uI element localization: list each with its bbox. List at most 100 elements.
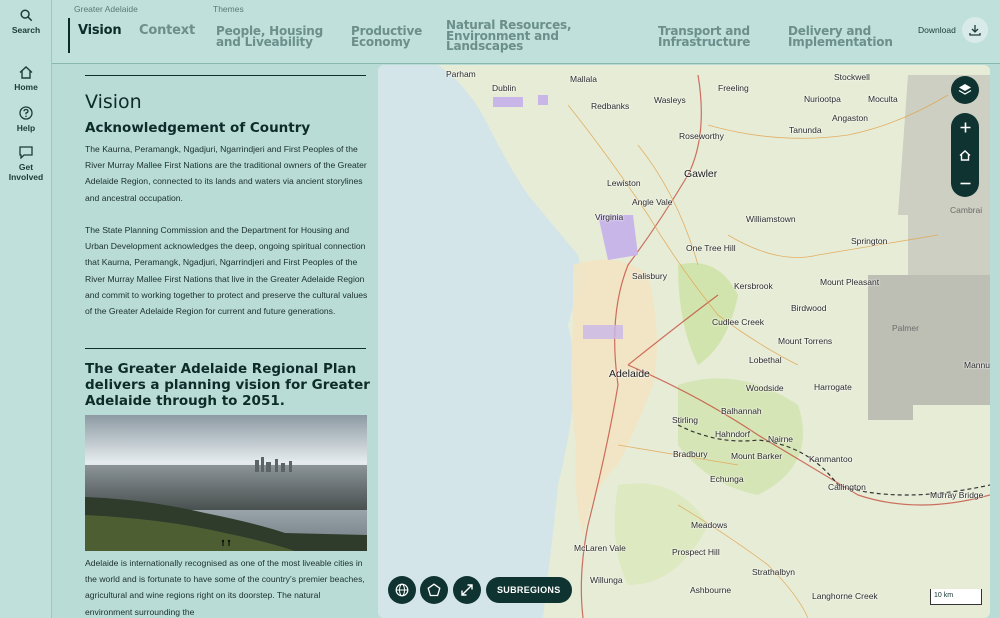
- draw-polygon-button[interactable]: [420, 576, 448, 604]
- tab-delivery-implementation[interactable]: Delivery and Implementation: [788, 25, 893, 49]
- section-rule: [85, 348, 366, 349]
- tab-transport-line2: Infrastructure: [658, 34, 751, 49]
- rail-get-involved-label-2: Involved: [8, 172, 44, 182]
- place-label: Mannum: [964, 360, 990, 370]
- place-label: Langhorne Creek: [812, 591, 878, 601]
- ack-heading: Acknowledgement of Country: [85, 120, 311, 136]
- rail-search[interactable]: Search: [0, 9, 52, 35]
- content-pane: Vision Acknowledgement of Country The Ka…: [53, 65, 378, 618]
- place-label: Hahndorf: [715, 429, 750, 439]
- breadcrumb[interactable]: Greater Adelaide: [74, 4, 138, 14]
- place-label: One Tree Hill: [686, 243, 736, 253]
- place-label: Lewiston: [607, 178, 641, 188]
- place-label: Strathalbyn: [752, 567, 795, 577]
- download-label[interactable]: Download: [918, 25, 956, 35]
- map-basemap: [378, 65, 990, 618]
- adelaide-city-photo: [85, 415, 367, 551]
- tab-natural-line3: Landscapes: [446, 39, 524, 53]
- pentagon-icon: [427, 583, 441, 597]
- place-label: Gawler: [684, 168, 718, 180]
- chat-icon: [19, 146, 33, 159]
- place-label: Cudlee Creek: [712, 317, 764, 327]
- place-label: Nairne: [768, 434, 794, 444]
- page-title: Vision: [85, 91, 142, 113]
- fullscreen-button[interactable]: [453, 576, 481, 604]
- tab-people-line2: and Liveability: [216, 34, 313, 49]
- place-label: Angaston: [832, 113, 868, 123]
- place-label: Woodside: [746, 383, 784, 393]
- place-label: Mount Barker: [731, 451, 783, 461]
- zoom-out-button[interactable]: [951, 169, 979, 197]
- regional-map[interactable]: Parham Dublin Mallala Stockwell Redbanks…: [378, 65, 990, 618]
- place-label: Dublin: [492, 83, 517, 93]
- home-extent-button[interactable]: [951, 141, 979, 169]
- place-label: Kersbrook: [734, 281, 773, 291]
- download-icon: [969, 25, 981, 36]
- place-label: Mount Torrens: [778, 336, 833, 346]
- place-label: Freeling: [718, 83, 749, 93]
- layers-button[interactable]: [951, 76, 979, 104]
- place-label: Adelaide: [609, 368, 650, 380]
- place-label: Mallala: [570, 74, 597, 84]
- place-label: Murray Bridge: [930, 490, 984, 500]
- download-button[interactable]: [962, 17, 988, 43]
- place-label: McLaren Vale: [574, 543, 626, 553]
- place-label: Kanmantoo: [809, 454, 853, 464]
- place-label: Williamstown: [746, 214, 796, 224]
- place-label: Prospect Hill: [672, 547, 720, 557]
- home-icon: [959, 149, 971, 161]
- plan-paragraph-1: Adelaide is internationally recognised a…: [85, 558, 365, 617]
- tab-natural-resources[interactable]: Natural Resources, Environment and Lands…: [446, 19, 572, 53]
- place-label: Moculta: [868, 94, 898, 104]
- home-icon: [19, 66, 33, 79]
- rail-home-label: Home: [14, 82, 38, 92]
- place-label: Salisbury: [632, 271, 667, 281]
- place-label: Tanunda: [789, 125, 822, 135]
- globe-icon: [395, 583, 409, 597]
- subregions-button[interactable]: SUBREGIONS: [486, 577, 572, 603]
- place-label: Palmer: [892, 323, 919, 333]
- place-label: Willunga: [590, 575, 623, 585]
- tab-productive-line2: Economy: [351, 34, 411, 49]
- place-label: Callington: [828, 482, 866, 492]
- place-label: Mount Pleasant: [820, 277, 880, 287]
- place-label: Springton: [851, 236, 888, 246]
- rail-home[interactable]: Home: [0, 66, 52, 92]
- rail-help-label: Help: [16, 123, 36, 133]
- tab-vision[interactable]: Vision: [78, 24, 122, 36]
- place-label: Angle Vale: [632, 197, 673, 207]
- rail-search-label: Search: [11, 25, 41, 35]
- ack-paragraph-2: The State Planning Commission and the De…: [85, 225, 368, 317]
- zoom-controls: [951, 113, 979, 197]
- zoom-in-button[interactable]: [951, 113, 979, 141]
- rail-help[interactable]: Help: [0, 106, 52, 133]
- minus-icon: [960, 182, 970, 184]
- place-label: Balhannah: [721, 406, 762, 416]
- tab-transport-infrastructure[interactable]: Transport and Infrastructure: [658, 25, 751, 49]
- ack-paragraph-1: The Kaurna, Peramangk, Ngadjuri, Ngarrin…: [85, 144, 367, 203]
- layers-icon: [958, 84, 972, 95]
- rail-get-involved[interactable]: Get Involved: [0, 146, 52, 182]
- place-label: Harrogate: [814, 382, 852, 392]
- tab-people-housing-liveability[interactable]: People, Housing and Liveability: [216, 25, 323, 49]
- place-label: Nuriootpa: [804, 94, 841, 104]
- map-scale-bar: 10 km: [930, 589, 982, 605]
- expand-icon: [461, 584, 473, 596]
- tab-delivery-line2: Implementation: [788, 34, 893, 49]
- place-label: Roseworthy: [679, 131, 724, 141]
- place-label: Stirling: [672, 415, 698, 425]
- place-label: Redbanks: [591, 101, 630, 111]
- globe-button[interactable]: [388, 576, 416, 604]
- themes-label: Themes: [213, 4, 244, 14]
- place-label: Echunga: [710, 474, 744, 484]
- tab-context[interactable]: Context: [139, 24, 195, 36]
- place-label: Ashbourne: [690, 585, 732, 595]
- title-rule: [85, 75, 366, 76]
- top-header: Greater Adelaide Themes Vision Context P…: [52, 0, 1000, 64]
- plan-heading: The Greater Adelaide Regional Plan deliv…: [85, 361, 370, 409]
- tab-productive-economy[interactable]: Productive Economy: [351, 25, 422, 49]
- help-icon: [19, 106, 33, 120]
- place-label: Birdwood: [791, 303, 827, 313]
- search-icon: [19, 9, 32, 22]
- place-label: Bradbury: [673, 449, 708, 459]
